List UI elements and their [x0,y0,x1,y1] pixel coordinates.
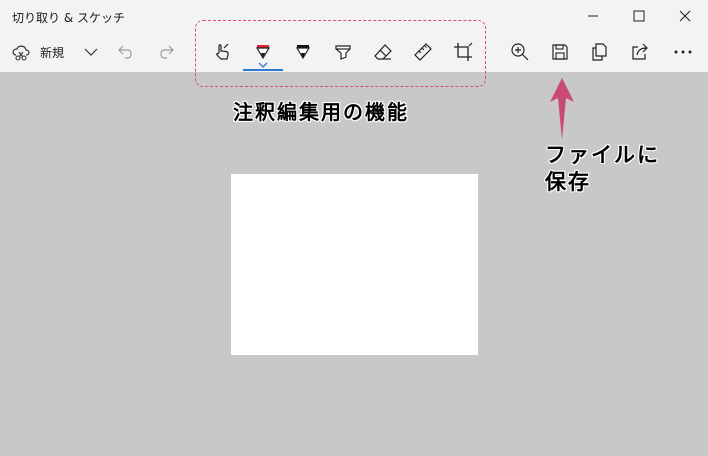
more-button[interactable] [666,34,700,70]
redo-button[interactable] [149,34,183,70]
minimize-button[interactable] [570,0,616,32]
share-icon [632,43,648,60]
save-caption-line2: 保存 [545,170,591,194]
canvas-image[interactable] [231,174,478,355]
save-icon [552,44,568,60]
snip-icon [12,45,30,61]
save-caption: ファイルに 保存 [545,142,695,196]
close-icon [679,10,691,22]
annotation-tools-caption: 注釈編集用の機能 [233,100,409,124]
close-button[interactable] [662,0,708,32]
copy-icon [592,43,607,61]
maximize-button[interactable] [616,0,662,32]
pointer-arrow [550,78,574,140]
annotation-tools-highlight [195,20,486,87]
save-caption-line1: ファイルに [545,143,660,167]
maximize-icon [633,10,645,22]
app-title: 切り取り & スケッチ [12,11,125,25]
new-button-label: 新規 [40,45,65,60]
chevron-down-icon [84,48,98,56]
share-button[interactable] [623,34,657,70]
copy-button[interactable] [583,34,617,70]
new-button[interactable]: 新規 [10,36,80,68]
new-options-dropdown[interactable] [74,34,108,70]
minimize-icon [588,15,598,17]
save-button[interactable] [543,34,577,70]
zoom-in-icon [511,43,529,61]
more-icon [674,50,692,54]
redo-icon [160,45,174,59]
zoom-in-button[interactable] [503,34,537,70]
undo-button[interactable] [109,34,143,70]
undo-icon [118,45,132,59]
